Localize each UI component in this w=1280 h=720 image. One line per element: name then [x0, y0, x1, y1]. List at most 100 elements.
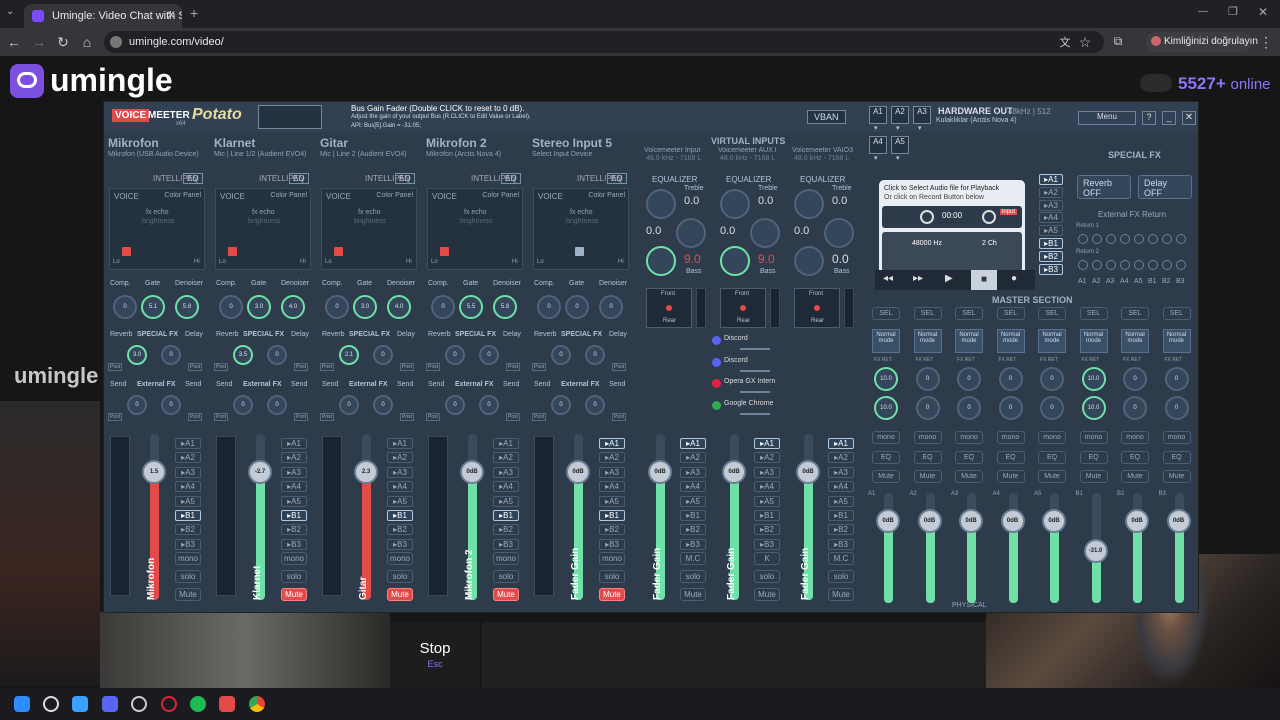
- bus-b2-button[interactable]: ▸B2: [387, 524, 413, 536]
- post-send1-button[interactable]: Post: [108, 413, 123, 421]
- intellipan-panel[interactable]: VOICE Color Panel fx echo brightness Lo Hi: [427, 188, 523, 270]
- hw-out-a5-chevron-icon[interactable]: ▾: [896, 154, 900, 162]
- mute-button[interactable]: Mute: [955, 470, 983, 483]
- eq-button[interactable]: EQ: [1121, 451, 1149, 464]
- master-fader-knob[interactable]: 0dB: [1000, 509, 1025, 533]
- help-icon[interactable]: ?: [1142, 111, 1156, 125]
- bus-a5-button[interactable]: ▸A5: [281, 495, 307, 507]
- fx-return-2-knob[interactable]: 0: [998, 396, 1023, 420]
- pan-handle[interactable]: [814, 305, 820, 311]
- intellipan-panel[interactable]: VOICE Color Panel fx echo brightness Lo Hi: [533, 188, 629, 270]
- bus-a2-button[interactable]: ▸A2: [281, 452, 307, 464]
- mute-button[interactable]: Mute: [175, 588, 201, 601]
- fx-return-dot[interactable]: [1078, 260, 1088, 270]
- knob-send-2[interactable]: 0: [161, 395, 181, 415]
- knob-gate[interactable]: 5.5: [459, 295, 483, 319]
- bus-b2-button[interactable]: ▸B2: [828, 524, 854, 536]
- bus-b3-button[interactable]: ▸B3: [680, 538, 706, 550]
- bus-a5-button[interactable]: ▸A5: [754, 495, 780, 507]
- bus-b1-button[interactable]: ▸B1: [680, 510, 706, 521]
- pan-position-handle[interactable]: [122, 247, 131, 256]
- mute-button[interactable]: Mute: [754, 588, 780, 601]
- fader-knob[interactable]: 1.5: [142, 460, 166, 484]
- bus-a5-button[interactable]: ▸A5: [828, 495, 854, 507]
- master-fader-knob[interactable]: 0dB: [876, 509, 900, 533]
- normal-mode-button[interactable]: Normal mode: [1121, 329, 1149, 353]
- bus-b2-button[interactable]: ▸B2: [281, 524, 307, 536]
- app-row[interactable]: Opera GX Intern: [710, 378, 780, 398]
- solo-button[interactable]: solo: [680, 570, 706, 583]
- fx-return-1-knob[interactable]: 0: [998, 367, 1023, 391]
- app-volume-slider[interactable]: [740, 391, 770, 393]
- fx-return-dot[interactable]: [1092, 260, 1102, 270]
- mono-button[interactable]: mono: [913, 431, 942, 444]
- mute-button[interactable]: Mute: [872, 470, 900, 483]
- bus-b1-button[interactable]: ▸B1: [387, 510, 413, 521]
- fx-return-dot[interactable]: [1092, 234, 1102, 244]
- bus-a3-button[interactable]: ▸A3: [493, 466, 519, 478]
- mid-knob[interactable]: [750, 218, 780, 248]
- bus-b1-button[interactable]: ▸B1: [281, 510, 307, 521]
- treble-knob[interactable]: [646, 189, 676, 219]
- bus-a3-button[interactable]: ▸A3: [281, 466, 307, 478]
- mute-button[interactable]: Mute: [493, 588, 519, 601]
- post-send1-button[interactable]: Post: [214, 413, 229, 421]
- online-toggle[interactable]: [1140, 74, 1172, 92]
- fx-return-dot[interactable]: [1148, 260, 1158, 270]
- strip-name[interactable]: Klarnet: [214, 136, 255, 150]
- knob-comp[interactable]: 0: [325, 295, 349, 319]
- mono-button[interactable]: mono: [1162, 431, 1191, 444]
- app-volume-slider[interactable]: [740, 369, 770, 372]
- record-icon[interactable]: ●: [1011, 273, 1017, 284]
- bus-a4-button[interactable]: ▸A4: [281, 481, 307, 493]
- normal-mode-button[interactable]: Normal mode: [872, 329, 900, 353]
- mc-button[interactable]: M.C: [828, 552, 854, 565]
- bus-a2-button[interactable]: ▸A2: [387, 452, 413, 464]
- rewind-icon[interactable]: ◂◂: [883, 273, 893, 284]
- chat-area[interactable]: [482, 622, 986, 688]
- close-tab-icon[interactable]: ✕: [166, 8, 176, 22]
- bus-b3-button[interactable]: ▸B3: [493, 538, 519, 550]
- mute-button[interactable]: Mute: [996, 470, 1025, 483]
- mono-button[interactable]: mono: [493, 552, 519, 565]
- bus-a4-button[interactable]: ▸A4: [754, 481, 780, 493]
- hw-out-a4-chevron-icon[interactable]: ▾: [874, 154, 878, 162]
- post-fx2-button[interactable]: Post: [506, 363, 521, 371]
- master-fader-knob[interactable]: 0dB: [1125, 509, 1149, 533]
- mute-button[interactable]: Mute: [913, 470, 942, 483]
- eq-button[interactable]: EQ: [607, 173, 627, 184]
- delay-toggle[interactable]: Delay OFF: [1138, 175, 1192, 199]
- bus-b1-button[interactable]: ▸B1: [754, 510, 780, 521]
- eq-button[interactable]: EQ: [1038, 451, 1066, 464]
- home-icon[interactable]: ⌂: [79, 34, 95, 50]
- mid-knob[interactable]: [824, 218, 854, 248]
- fx-return-1-knob[interactable]: 0: [1123, 367, 1147, 391]
- browser-tab[interactable]: Umingle: Video Chat with S ✕: [24, 4, 182, 28]
- bus-a1-button[interactable]: ▸A1: [828, 438, 854, 449]
- bus-a5-button[interactable]: ▸A5: [387, 495, 413, 507]
- recorder-bus-b2-button[interactable]: ▸B2: [1039, 250, 1063, 262]
- eq-button[interactable]: EQ: [955, 451, 983, 464]
- post-send1-button[interactable]: Post: [532, 413, 547, 421]
- sel-button[interactable]: SEL: [996, 307, 1025, 320]
- mc-button[interactable]: M.C: [680, 552, 706, 565]
- fx-return-dot[interactable]: [1176, 260, 1186, 270]
- mute-button[interactable]: Mute: [599, 588, 625, 601]
- bus-a3-button[interactable]: ▸A3: [175, 466, 201, 478]
- fader-knob[interactable]: 2.3: [354, 460, 378, 484]
- knob-send-2[interactable]: 0: [267, 395, 287, 415]
- fx-return-dot[interactable]: [1120, 260, 1130, 270]
- knob-send-1[interactable]: 0: [233, 395, 253, 415]
- normal-mode-button[interactable]: Normal mode: [1162, 329, 1191, 353]
- strip-name[interactable]: Stereo Input 5: [532, 136, 612, 150]
- fx-return-dot[interactable]: [1134, 234, 1144, 244]
- bass-knob[interactable]: [646, 246, 676, 276]
- strip-device[interactable]: Mic | Line 2 (Audient EVO4): [320, 151, 407, 158]
- address-bar[interactable]: umingle.com/video/: [104, 31, 1104, 53]
- bus-a1-button[interactable]: ▸A1: [754, 438, 780, 449]
- surround-pan[interactable]: Front Rear: [646, 288, 692, 328]
- bass-knob[interactable]: [720, 246, 750, 276]
- sel-button[interactable]: SEL: [1079, 307, 1108, 320]
- bus-a4-button[interactable]: ▸A4: [493, 481, 519, 493]
- chrome-icon[interactable]: [249, 696, 265, 712]
